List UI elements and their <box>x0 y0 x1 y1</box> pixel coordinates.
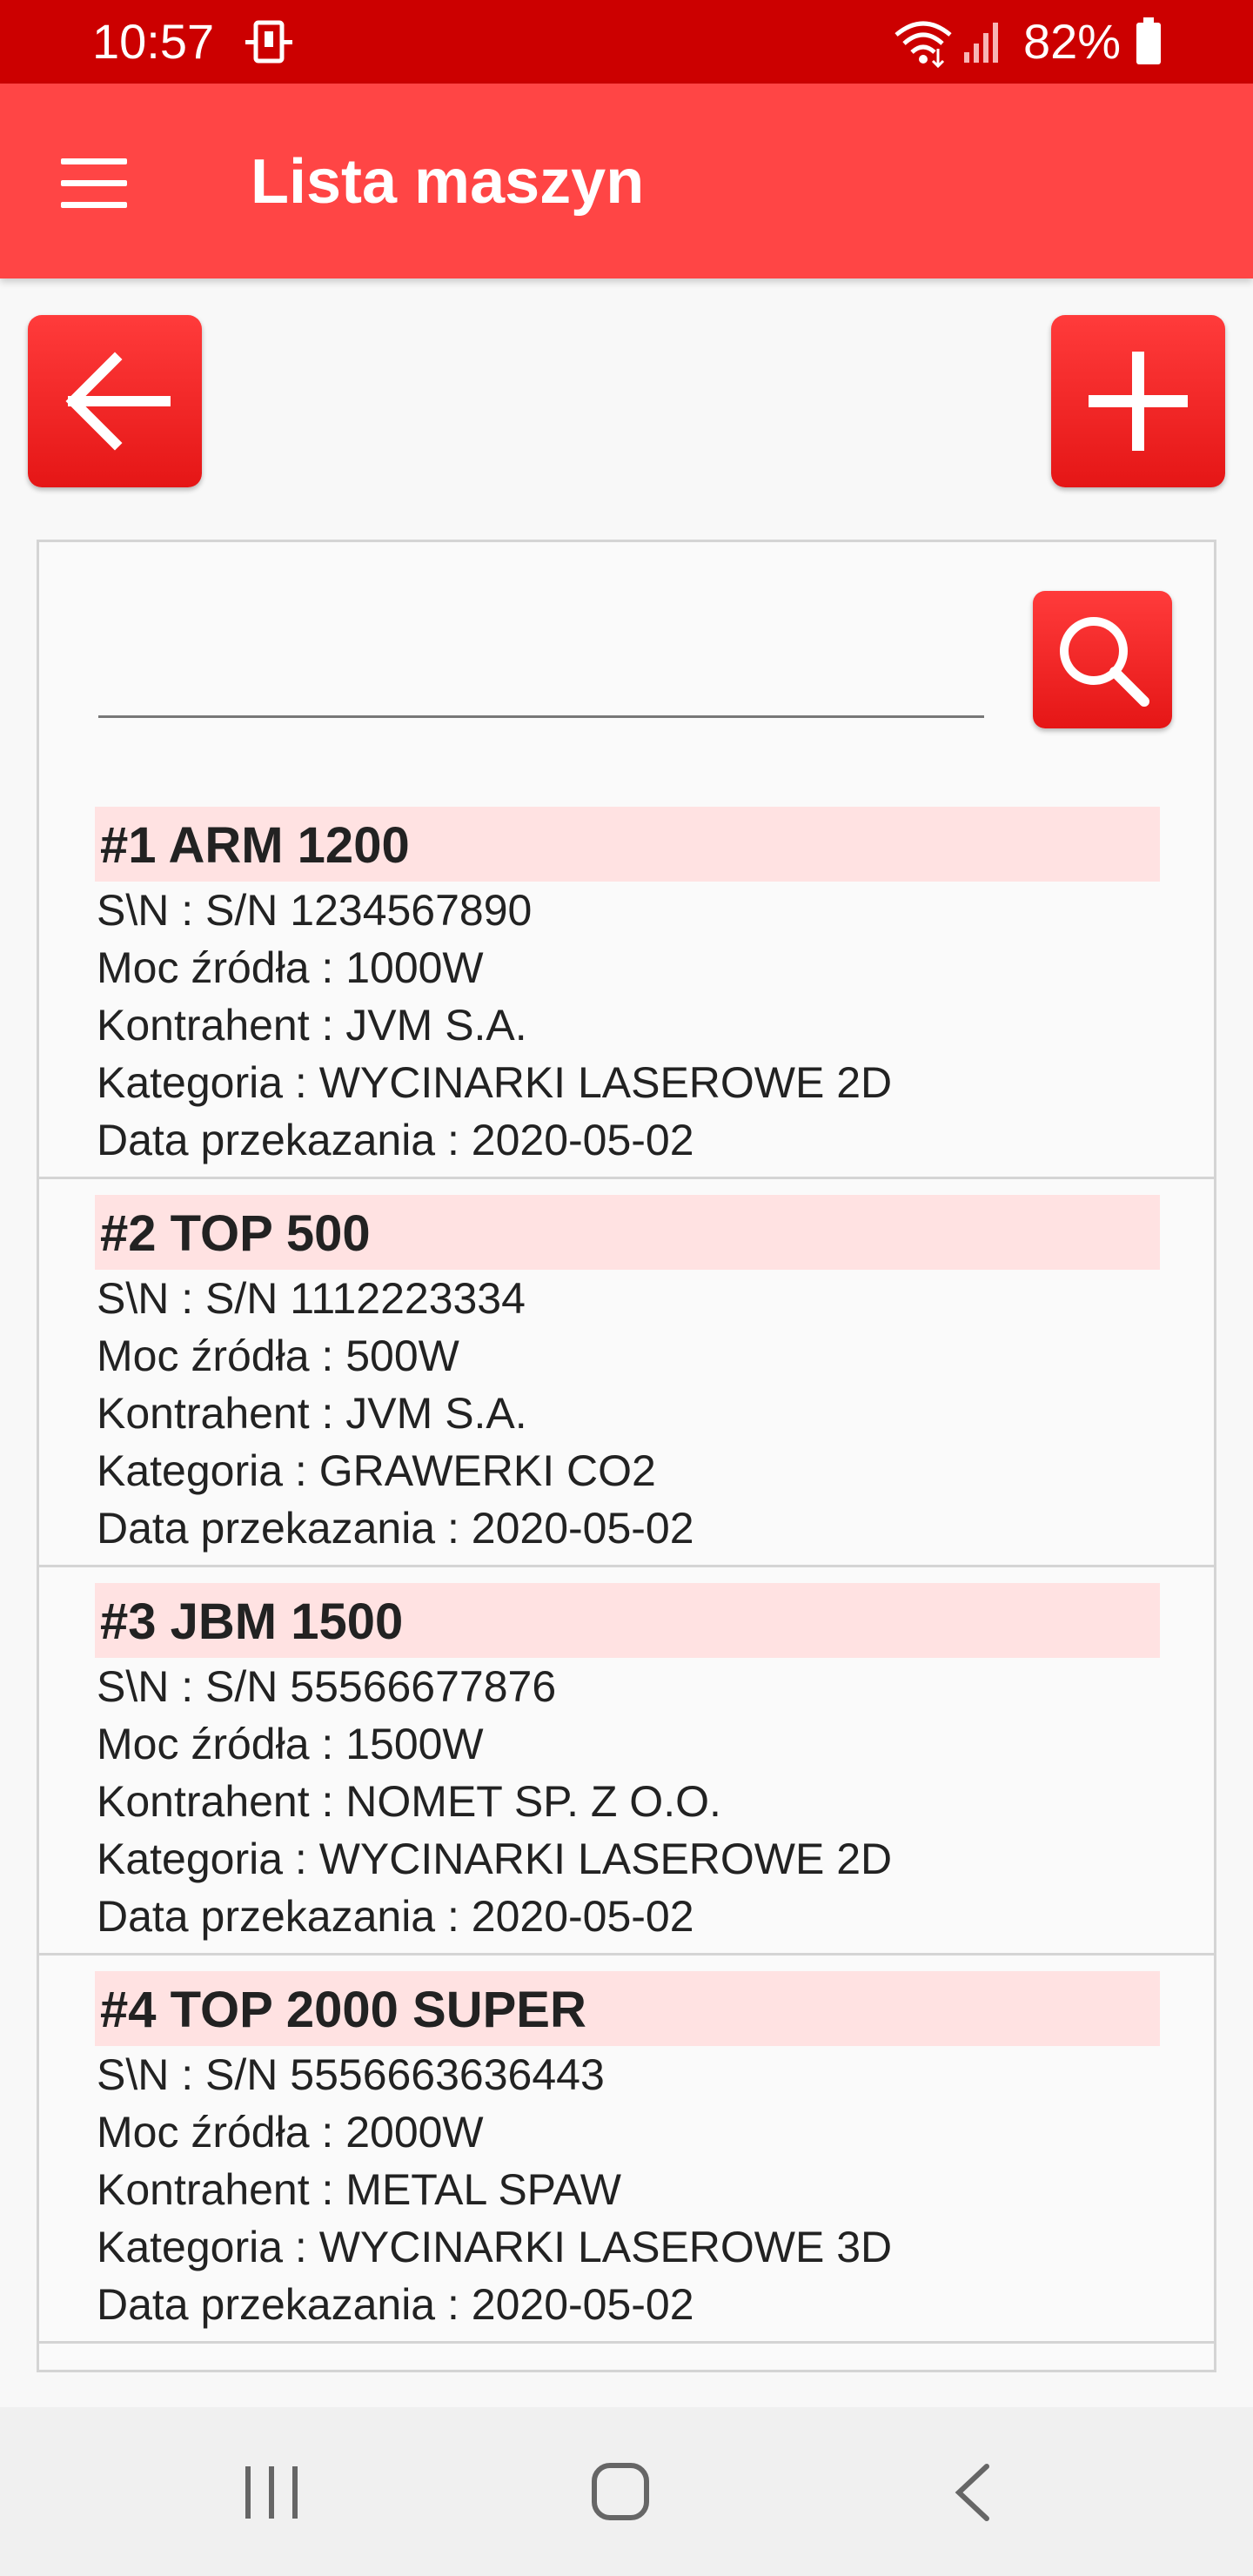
battery-icon <box>1136 17 1161 64</box>
machine-serial: S\N : S/N 1234567890 <box>97 886 533 935</box>
machine-power: Moc źródła : 2000W <box>97 2108 484 2157</box>
back-button[interactable] <box>28 315 202 487</box>
machine-power: Moc źródła : 1000W <box>97 943 484 992</box>
system-nav-bar <box>0 2407 1253 2576</box>
app-bar: Lista maszyn <box>0 84 1253 278</box>
list-item[interactable]: #1 ARM 1200 S\N : S/N 1234567890 Moc źró… <box>39 791 1214 1179</box>
list-item[interactable]: #2 TOP 500 S\N : S/N 1112223334 Moc źród… <box>39 1179 1214 1567</box>
page-title: Lista maszyn <box>251 147 645 217</box>
machine-date: Data przekazania : 2020-05-02 <box>97 1892 694 1941</box>
plus-icon <box>1089 352 1188 451</box>
arrow-left-icon <box>65 352 171 451</box>
status-bar: 10:57 82% <box>0 0 1253 84</box>
machine-contractor: Kontrahent : JVM S.A. <box>97 1389 527 1438</box>
machine-contractor: Kontrahent : METAL SPAW <box>97 2165 622 2214</box>
notification-icon <box>245 20 292 64</box>
search-button[interactable] <box>1033 591 1172 728</box>
search-icon <box>1060 617 1149 707</box>
wifi-icon <box>895 21 952 68</box>
machine-category: Kategoria : WYCINARKI LASEROWE 2D <box>97 1835 893 1883</box>
machine-contractor: Kontrahent : NOMET SP. Z O.O. <box>97 1777 721 1826</box>
home-icon[interactable] <box>590 2459 651 2524</box>
hamburger-menu-icon[interactable] <box>61 158 132 211</box>
add-machine-button[interactable] <box>1051 315 1225 487</box>
machine-power: Moc źródła : 1500W <box>97 1720 484 1768</box>
back-icon[interactable] <box>948 2461 995 2524</box>
machine-category: Kategoria : WYCINARKI LASEROWE 2D <box>97 1058 893 1107</box>
list-item[interactable]: #4 TOP 2000 SUPER S\N : S/N 555666363644… <box>39 1955 1214 2344</box>
status-time: 10:57 <box>92 14 215 69</box>
machine-serial: S\N : S/N 55566677876 <box>97 1662 557 1711</box>
machine-title: #3 JBM 1500 <box>95 1583 1160 1658</box>
machine-contractor: Kontrahent : JVM S.A. <box>97 1001 527 1050</box>
signal-icon <box>964 23 998 63</box>
machine-date: Data przekazania : 2020-05-02 <box>97 1116 694 1164</box>
machine-serial: S\N : S/N 5556663636443 <box>97 2050 605 2099</box>
machine-date: Data przekazania : 2020-05-02 <box>97 2280 694 2329</box>
battery-percent: 82% <box>1023 14 1122 69</box>
machine-title: #2 TOP 500 <box>95 1195 1160 1270</box>
search-input[interactable] <box>98 655 984 718</box>
machine-list: #1 ARM 1200 S\N : S/N 1234567890 Moc źró… <box>39 791 1214 2344</box>
machine-serial: S\N : S/N 1112223334 <box>97 1274 526 1323</box>
machine-title: #1 ARM 1200 <box>95 807 1160 882</box>
machine-power: Moc źródła : 500W <box>97 1332 459 1380</box>
list-item[interactable]: #3 JBM 1500 S\N : S/N 55566677876 Moc źr… <box>39 1567 1214 1955</box>
machine-list-panel: #1 ARM 1200 S\N : S/N 1234567890 Moc źró… <box>37 540 1216 2372</box>
machine-category: Kategoria : WYCINARKI LASEROWE 3D <box>97 2223 893 2271</box>
machine-date: Data przekazania : 2020-05-02 <box>97 1504 694 1553</box>
machine-category: Kategoria : GRAWERKI CO2 <box>97 1446 656 1495</box>
recents-icon[interactable] <box>242 2461 301 2524</box>
machine-title: #4 TOP 2000 SUPER <box>95 1971 1160 2046</box>
